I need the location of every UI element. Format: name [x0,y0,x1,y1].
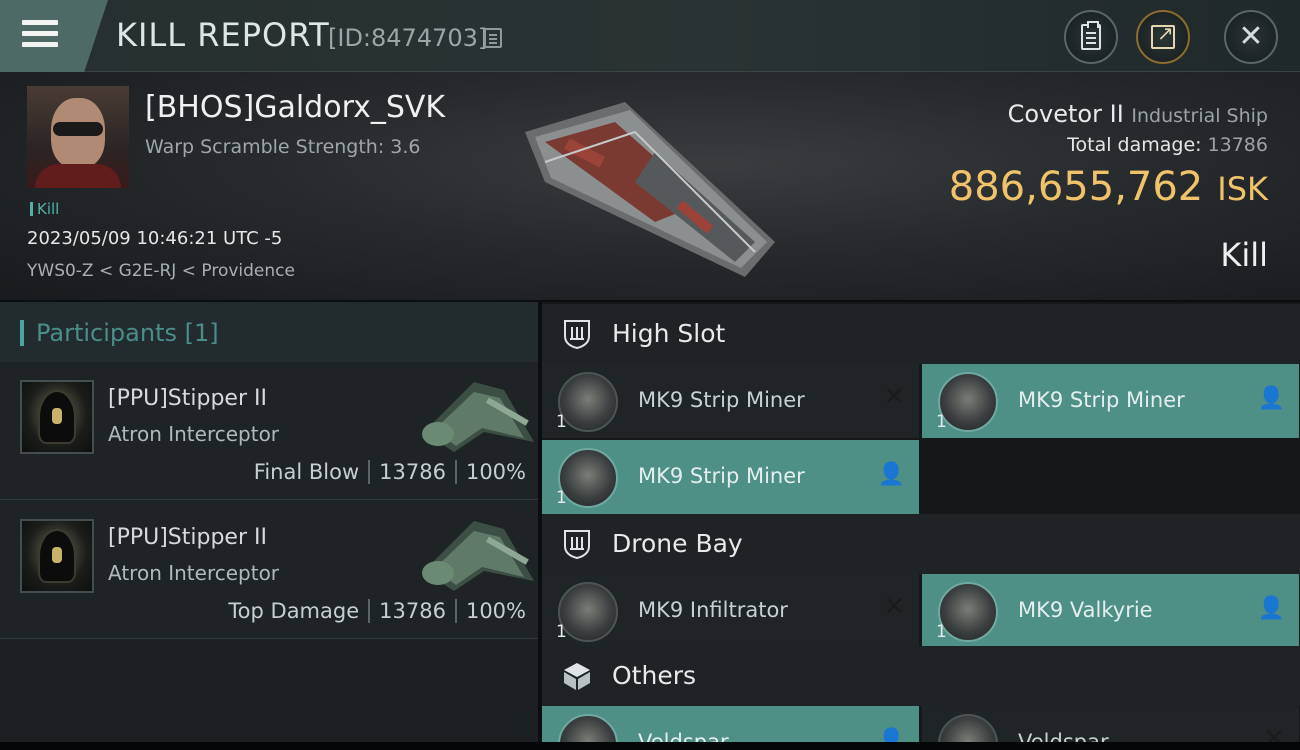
victim-pilot-name[interactable]: [BHOS]Galdorx_SVK [145,90,445,125]
strip-miner-icon [938,372,998,432]
high-slot-icon [564,320,590,350]
participant-ship: Atron Interceptor [108,561,280,585]
destroyed-icon: ✕ [883,382,905,412]
section-header-drone-bay: Drone Bay [542,514,1300,574]
victim-ship-name[interactable]: Covetor II Industrial Ship [1008,100,1268,128]
participant-row[interactable]: [PPU]Stipper II Atron Interceptor Final … [0,362,538,500]
participant-ship: Atron Interceptor [108,422,280,446]
top-bar: KILL REPORT [ID:8474703] ✕ [0,0,1300,72]
fitted-item[interactable]: 1 MK9 Strip Miner ✕ [542,364,919,438]
dropped-person-icon: 👤 [1257,596,1285,621]
fitted-item[interactable]: 1 MK9 Valkyrie 👤 [922,574,1299,648]
total-damage: Total damage: 13786 [1067,134,1268,156]
page-title: KILL REPORT [116,16,330,54]
kill-result: Kill [1220,236,1268,274]
isk-value: 886,655,762 ISK [948,164,1268,210]
participant-avatar[interactable] [20,380,94,454]
participants-header[interactable]: Participants [1] [0,302,538,362]
section-header-others: Others [542,646,1300,706]
kill-location[interactable]: YWS0-Z < G2E-RJ < Providence [27,261,295,281]
close-button[interactable]: ✕ [1224,10,1278,64]
participants-panel: Participants [1] [PPU]Stipper II Atron I… [0,302,538,750]
fitted-item[interactable]: Veldspar ✕ [922,706,1299,746]
participant-avatar[interactable] [20,519,94,593]
drone-icon [558,582,618,642]
participant-name: [PPU]Stipper II [108,386,267,411]
strip-miner-icon [558,372,618,432]
drone-bay-icon [564,530,590,560]
participant-stats: Final Blow 13786 100% [253,460,526,484]
fitted-item[interactable]: 1 MK9 Infiltrator ✕ [542,574,919,648]
kill-tag: Kill [30,200,59,218]
section-header-high-slot: High Slot [542,304,1300,364]
bottom-edge [0,742,1300,750]
participant-ship-image [422,521,534,591]
victim-ship-image[interactable] [505,92,795,282]
participant-name: [PPU]Stipper II [108,525,267,550]
participant-ship-image [422,382,534,452]
share-icon [1151,21,1175,49]
strip-miner-icon [558,448,618,508]
clipboard-button[interactable] [1064,10,1118,64]
report-id: [ID:8474703] [328,24,488,52]
cargo-box-icon [564,663,590,690]
fitted-item[interactable]: 1 MK9 Strip Miner 👤 [542,440,919,514]
victim-summary: [BHOS]Galdorx_SVK Warp Scramble Strength… [0,72,1300,300]
fitting-panel: High Slot 1 MK9 Strip Miner ✕ 1 MK9 Stri… [542,302,1300,750]
dropped-person-icon: 👤 [1257,386,1285,411]
participant-row[interactable]: [PPU]Stipper II Atron Interceptor Top Da… [0,501,538,639]
drone-icon [938,582,998,642]
fitted-item[interactable]: 1 MK9 Strip Miner 👤 [922,364,1299,438]
close-icon: ✕ [1238,19,1264,54]
warp-scramble-strength: Warp Scramble Strength: 3.6 [145,136,421,158]
share-button[interactable] [1136,10,1190,64]
dropped-person-icon: 👤 [877,462,905,487]
kill-datetime: 2023/05/09 10:46:21 UTC -5 [27,228,283,249]
destroyed-icon: ✕ [883,592,905,622]
menu-button[interactable] [0,0,108,72]
participant-stats: Top Damage 13786 100% [228,599,526,623]
victim-portrait[interactable] [27,86,129,188]
victim-ship-class: Industrial Ship [1131,105,1268,127]
clipboard-icon [1081,21,1101,50]
fitted-item[interactable]: Veldspar 👤 [542,706,919,746]
hamburger-icon [22,20,58,53]
copy-id-icon[interactable] [484,28,502,48]
